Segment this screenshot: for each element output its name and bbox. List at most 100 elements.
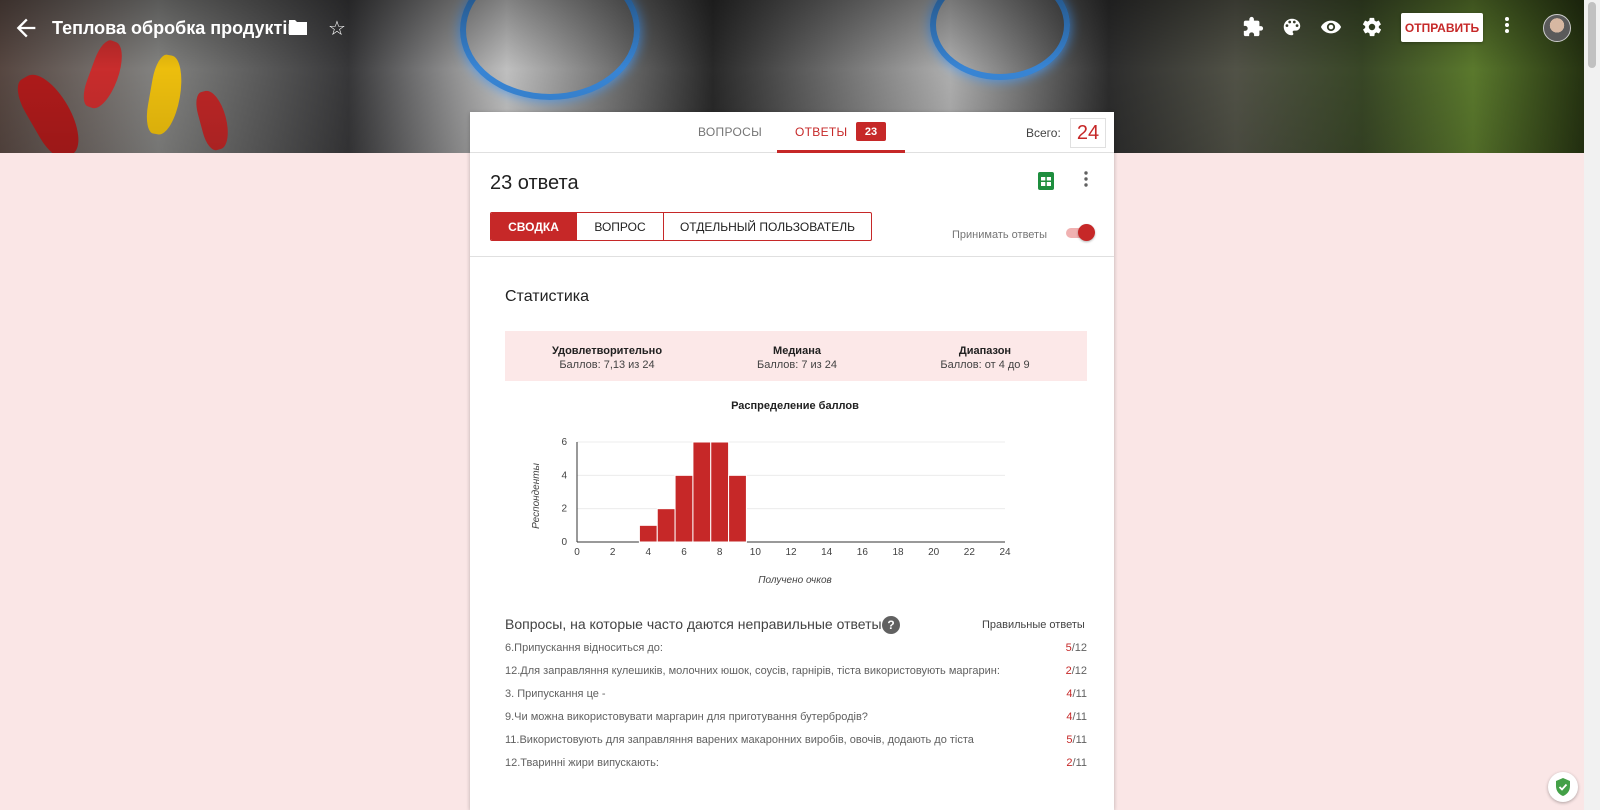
top-app-bar: Теплова обробка продуктів ☆ ОТПРАВИТЬ <box>0 0 1584 56</box>
section-divider <box>470 256 1114 257</box>
total-points-value: 24 <box>1070 118 1106 148</box>
chart-bar[interactable] <box>692 441 712 543</box>
correct-score: 2/11 <box>1066 757 1087 769</box>
question-text: 12.Для заправляння кулешиків, молочних ю… <box>505 665 1000 677</box>
chart-title: Распределение баллов <box>731 400 859 412</box>
accept-responses-toggle[interactable] <box>1064 223 1096 241</box>
help-icon[interactable]: ? <box>882 616 900 634</box>
addon-puzzle-icon[interactable] <box>1242 16 1266 40</box>
more-vert-icon[interactable] <box>1084 171 1088 192</box>
response-total: /11 <box>1072 711 1087 723</box>
missed-question-row[interactable]: 12.Для заправляння кулешиків, молочних ю… <box>505 665 1087 677</box>
missed-question-row[interactable]: 11.Використовують для заправляння варени… <box>505 734 1087 746</box>
chart-x-tick-label: 22 <box>964 547 976 558</box>
statistics-title: Статистика <box>505 288 590 305</box>
individual-view-button[interactable]: ОТДЕЛЬНЫЙ ПОЛЬЗОВАТЕЛЬ <box>664 213 871 240</box>
tab-responses[interactable]: ОТВЕТЫ <box>795 125 847 139</box>
chart-y-tick-label: 4 <box>561 470 567 481</box>
statistics-summary: Удовлетворительно Баллов: 7,13 из 24 Мед… <box>505 331 1087 381</box>
chart-x-tick-label: 2 <box>610 547 616 558</box>
stat-label: Удовлетворительно <box>551 345 663 357</box>
chart-y-tick-label: 6 <box>561 437 567 448</box>
summary-view-button[interactable]: СВОДКА <box>491 213 577 240</box>
chart-x-tick-label: 16 <box>857 547 869 558</box>
responses-count-title: 23 ответа <box>490 172 579 194</box>
response-total: /11 <box>1072 757 1087 769</box>
chart-bar[interactable] <box>638 524 658 543</box>
missed-question-row[interactable]: 3. Припускання це - 4/11 <box>505 688 1087 700</box>
chart-svg: Распределение баллов Респонденты Получен… <box>531 400 1011 586</box>
accept-responses-label: Принимать ответы <box>952 229 1047 241</box>
chart-x-tick-label: 0 <box>574 547 580 558</box>
question-text: 9.Чи можна використовувати маргарин для … <box>505 711 868 723</box>
tab-bar: ВОПРОСЫ ОТВЕТЫ 23 Всего: 24 <box>470 112 1114 153</box>
missed-question-row[interactable]: 12.Тваринні жири випускають: 2/11 <box>505 757 1087 769</box>
question-view-button[interactable]: ВОПРОС <box>577 213 664 240</box>
response-total: /11 <box>1072 734 1087 746</box>
page-scrollbar[interactable] <box>1584 0 1600 810</box>
chart-x-tick-label: 24 <box>999 547 1011 558</box>
chart-y-tick-label: 2 <box>561 504 567 515</box>
chart-x-tick-label: 8 <box>717 547 723 558</box>
chart-bar[interactable] <box>728 474 747 543</box>
scrollbar-thumb[interactable] <box>1588 2 1596 68</box>
question-text: 6.Припускання відноситься до: <box>505 642 663 654</box>
chart-x-tick-label: 20 <box>928 547 940 558</box>
responses-count-badge: 23 <box>856 122 886 141</box>
missed-question-row[interactable]: 9.Чи можна використовувати маргарин для … <box>505 711 1087 723</box>
chart-x-tick-label: 12 <box>785 547 797 558</box>
stat-median: Медиана Баллов: 7 из 24 <box>695 344 899 372</box>
correct-score: 4/11 <box>1066 688 1087 700</box>
more-vert-icon[interactable] <box>1504 16 1510 39</box>
correct-score: 2/12 <box>1066 665 1087 677</box>
correct-score: 5/12 <box>1066 642 1087 654</box>
correct-answers-label: Правильные ответы <box>982 619 1085 631</box>
correct-score: 4/11 <box>1066 711 1087 723</box>
tab-questions[interactable]: ВОПРОСЫ <box>698 125 762 139</box>
view-segmented-control: СВОДКА ВОПРОС ОТДЕЛЬНЫЙ ПОЛЬЗОВАТЕЛЬ <box>490 212 872 241</box>
back-arrow-icon[interactable] <box>12 14 40 42</box>
correct-score: 5/11 <box>1066 734 1087 746</box>
chart-bar[interactable] <box>710 441 730 543</box>
frequently-missed-title: Вопросы, на которые часто даются неправи… <box>505 616 882 632</box>
preview-eye-icon[interactable] <box>1320 16 1344 40</box>
responses-card: ВОПРОСЫ ОТВЕТЫ 23 Всего: 24 23 ответа СВ… <box>470 112 1114 810</box>
response-total: /12 <box>1071 665 1087 677</box>
chart-x-tick-label: 18 <box>892 547 904 558</box>
total-points-label: Всего: <box>1026 126 1061 140</box>
stat-label: Медиана <box>773 345 821 357</box>
chart-x-tick-label: 10 <box>750 547 762 558</box>
score-distribution-chart: Распределение баллов Респонденты Получен… <box>505 394 1087 607</box>
stat-label: Диапазон <box>958 345 1012 357</box>
star-icon[interactable]: ☆ <box>328 16 346 41</box>
chart-y-tick-label: 0 <box>561 537 567 548</box>
question-text: 11.Використовують для заправляння варени… <box>505 734 974 746</box>
chart-y-axis-label: Респонденты <box>531 462 542 528</box>
send-button[interactable]: ОТПРАВИТЬ <box>1401 13 1483 42</box>
chart-x-axis-label: Получено очков <box>758 575 832 586</box>
stat-value: Баллов: от 4 до 9 <box>940 359 1030 371</box>
response-total: /12 <box>1071 642 1087 654</box>
sheets-icon[interactable] <box>1038 172 1054 195</box>
palette-icon[interactable] <box>1281 16 1305 40</box>
security-shield-icon[interactable] <box>1548 772 1578 802</box>
stat-value: Баллов: 7,13 из 24 <box>559 359 655 371</box>
active-tab-indicator <box>777 150 905 153</box>
response-total: /11 <box>1072 688 1087 700</box>
stat-average: Удовлетворительно Баллов: 7,13 из 24 <box>505 344 709 372</box>
form-title[interactable]: Теплова обробка продуктів <box>52 18 298 39</box>
toggle-knob <box>1078 224 1095 241</box>
question-text: 3. Припускання це - <box>505 688 606 700</box>
stat-range: Диапазон Баллов: от 4 до 9 <box>883 344 1087 372</box>
settings-gear-icon[interactable] <box>1361 16 1385 40</box>
chart-bar[interactable] <box>674 474 694 543</box>
chart-x-tick-label: 4 <box>646 547 652 558</box>
question-text: 12.Тваринні жири випускають: <box>505 757 659 769</box>
chart-x-tick-label: 14 <box>821 547 833 558</box>
chart-x-tick-label: 6 <box>681 547 687 558</box>
folder-icon[interactable] <box>288 18 308 41</box>
account-avatar[interactable] <box>1543 14 1571 42</box>
chart-bar[interactable] <box>656 508 676 543</box>
stat-value: Баллов: 7 из 24 <box>756 359 838 371</box>
missed-question-row[interactable]: 6.Припускання відноситься до: 5/12 <box>505 642 1087 654</box>
